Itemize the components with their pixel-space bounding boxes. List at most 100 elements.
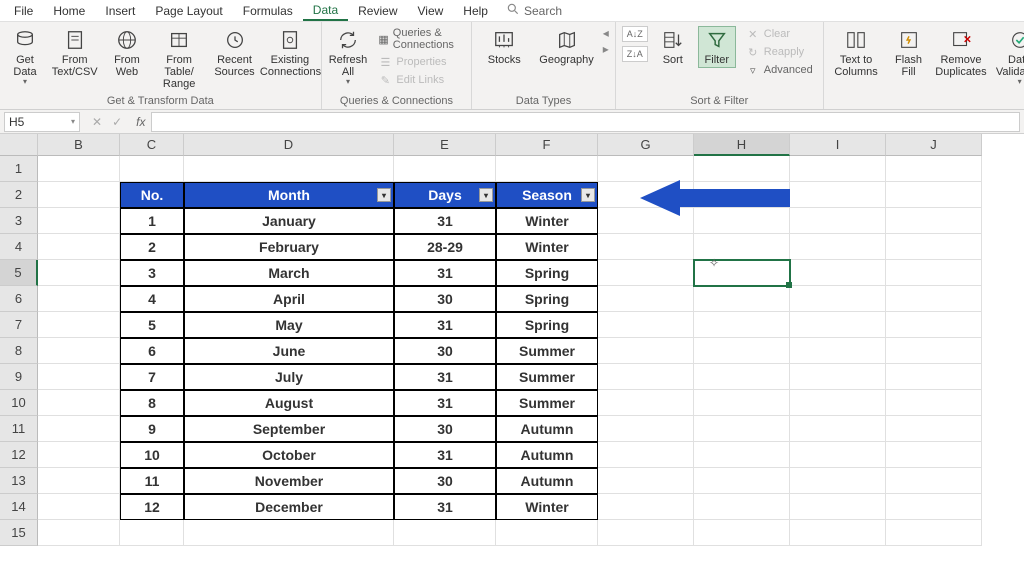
- name-box-dropdown-icon[interactable]: ▾: [71, 117, 75, 126]
- column-header-C[interactable]: C: [120, 134, 184, 156]
- select-all-corner[interactable]: [0, 134, 38, 156]
- sort-asc-button[interactable]: A↓Z: [622, 26, 648, 42]
- menu-file[interactable]: File: [4, 2, 43, 20]
- existing-connections-button[interactable]: Existing Connections: [265, 26, 314, 80]
- cell-F12[interactable]: Autumn: [496, 442, 598, 468]
- cell-H7[interactable]: [694, 312, 790, 338]
- cell-E15[interactable]: [394, 520, 496, 546]
- cell-H4[interactable]: [694, 234, 790, 260]
- row-header-3[interactable]: 3: [0, 208, 38, 234]
- cell-F14[interactable]: Winter: [496, 494, 598, 520]
- row-header-8[interactable]: 8: [0, 338, 38, 364]
- fx-icon[interactable]: fx: [130, 115, 151, 129]
- cell-E10[interactable]: 31: [394, 390, 496, 416]
- menu-help[interactable]: Help: [453, 2, 498, 20]
- data-validation-button[interactable]: Data Validation ▾: [993, 26, 1024, 89]
- column-header-H[interactable]: H: [694, 134, 790, 156]
- column-header-E[interactable]: E: [394, 134, 496, 156]
- cancel-formula-icon[interactable]: ✕: [92, 115, 102, 129]
- cell-I8[interactable]: [790, 338, 886, 364]
- column-header-I[interactable]: I: [790, 134, 886, 156]
- cell-C3[interactable]: 1: [120, 208, 184, 234]
- cell-H10[interactable]: [694, 390, 790, 416]
- cell-F13[interactable]: Autumn: [496, 468, 598, 494]
- cell-F15[interactable]: [496, 520, 598, 546]
- cell-J8[interactable]: [886, 338, 982, 364]
- enter-formula-icon[interactable]: ✓: [112, 115, 122, 129]
- row-header-4[interactable]: 4: [0, 234, 38, 260]
- formula-input[interactable]: [151, 112, 1020, 132]
- cell-I9[interactable]: [790, 364, 886, 390]
- text-to-columns-button[interactable]: Text to Columns: [830, 26, 883, 80]
- cell-G10[interactable]: [598, 390, 694, 416]
- filter-dropdown-month[interactable]: ▾: [377, 188, 391, 202]
- cell-J4[interactable]: [886, 234, 982, 260]
- cell-J10[interactable]: [886, 390, 982, 416]
- cells-area[interactable]: No.Month▾Days▾Season▾1January31Winter2Fe…: [38, 156, 1024, 546]
- cell-E14[interactable]: 31: [394, 494, 496, 520]
- cell-I11[interactable]: [790, 416, 886, 442]
- cell-C6[interactable]: 4: [120, 286, 184, 312]
- cell-I4[interactable]: [790, 234, 886, 260]
- cell-B11[interactable]: [38, 416, 120, 442]
- cell-B5[interactable]: [38, 260, 120, 286]
- cell-J14[interactable]: [886, 494, 982, 520]
- cell-I5[interactable]: [790, 260, 886, 286]
- row-header-15[interactable]: 15: [0, 520, 38, 546]
- queries-connections-button[interactable]: ▦ Queries & Connections: [374, 26, 465, 52]
- cell-G5[interactable]: [598, 260, 694, 286]
- from-web-button[interactable]: From Web: [105, 26, 148, 80]
- cell-E2[interactable]: Days▾: [394, 182, 496, 208]
- tell-me-search[interactable]: Search: [506, 2, 562, 19]
- cell-D10[interactable]: August: [184, 390, 394, 416]
- cell-E8[interactable]: 30: [394, 338, 496, 364]
- cell-E1[interactable]: [394, 156, 496, 182]
- menu-review[interactable]: Review: [348, 2, 407, 20]
- cell-J15[interactable]: [886, 520, 982, 546]
- cell-C14[interactable]: 12: [120, 494, 184, 520]
- menu-view[interactable]: View: [408, 2, 454, 20]
- cell-C8[interactable]: 6: [120, 338, 184, 364]
- cell-E5[interactable]: 31: [394, 260, 496, 286]
- cell-D15[interactable]: [184, 520, 394, 546]
- cell-F6[interactable]: Spring: [496, 286, 598, 312]
- menu-page-layout[interactable]: Page Layout: [145, 2, 232, 20]
- cell-J2[interactable]: [886, 182, 982, 208]
- cell-D1[interactable]: [184, 156, 394, 182]
- cell-D6[interactable]: April: [184, 286, 394, 312]
- row-header-12[interactable]: 12: [0, 442, 38, 468]
- cell-E7[interactable]: 31: [394, 312, 496, 338]
- cell-C11[interactable]: 9: [120, 416, 184, 442]
- row-header-10[interactable]: 10: [0, 390, 38, 416]
- cell-E9[interactable]: 31: [394, 364, 496, 390]
- remove-duplicates-button[interactable]: Remove Duplicates: [935, 26, 988, 80]
- cell-D7[interactable]: May: [184, 312, 394, 338]
- row-header-2[interactable]: 2: [0, 182, 38, 208]
- column-header-J[interactable]: J: [886, 134, 982, 156]
- cell-G9[interactable]: [598, 364, 694, 390]
- advanced-filter-button[interactable]: ▿ Advanced: [742, 62, 817, 78]
- cell-E13[interactable]: 30: [394, 468, 496, 494]
- cell-I13[interactable]: [790, 468, 886, 494]
- cell-J5[interactable]: [886, 260, 982, 286]
- cell-B13[interactable]: [38, 468, 120, 494]
- column-header-G[interactable]: G: [598, 134, 694, 156]
- cell-J12[interactable]: [886, 442, 982, 468]
- cell-C9[interactable]: 7: [120, 364, 184, 390]
- filter-dropdown-season[interactable]: ▾: [581, 188, 595, 202]
- cell-H11[interactable]: [694, 416, 790, 442]
- cell-C5[interactable]: 3: [120, 260, 184, 286]
- menu-formulas[interactable]: Formulas: [233, 2, 303, 20]
- cell-B6[interactable]: [38, 286, 120, 312]
- cell-F7[interactable]: Spring: [496, 312, 598, 338]
- cell-B7[interactable]: [38, 312, 120, 338]
- cell-D13[interactable]: November: [184, 468, 394, 494]
- cell-C4[interactable]: 2: [120, 234, 184, 260]
- cell-F1[interactable]: [496, 156, 598, 182]
- column-header-F[interactable]: F: [496, 134, 598, 156]
- cell-D9[interactable]: July: [184, 364, 394, 390]
- cell-C2[interactable]: No.: [120, 182, 184, 208]
- cell-G11[interactable]: [598, 416, 694, 442]
- scroll-left-icon[interactable]: ◂: [603, 26, 609, 40]
- cell-B4[interactable]: [38, 234, 120, 260]
